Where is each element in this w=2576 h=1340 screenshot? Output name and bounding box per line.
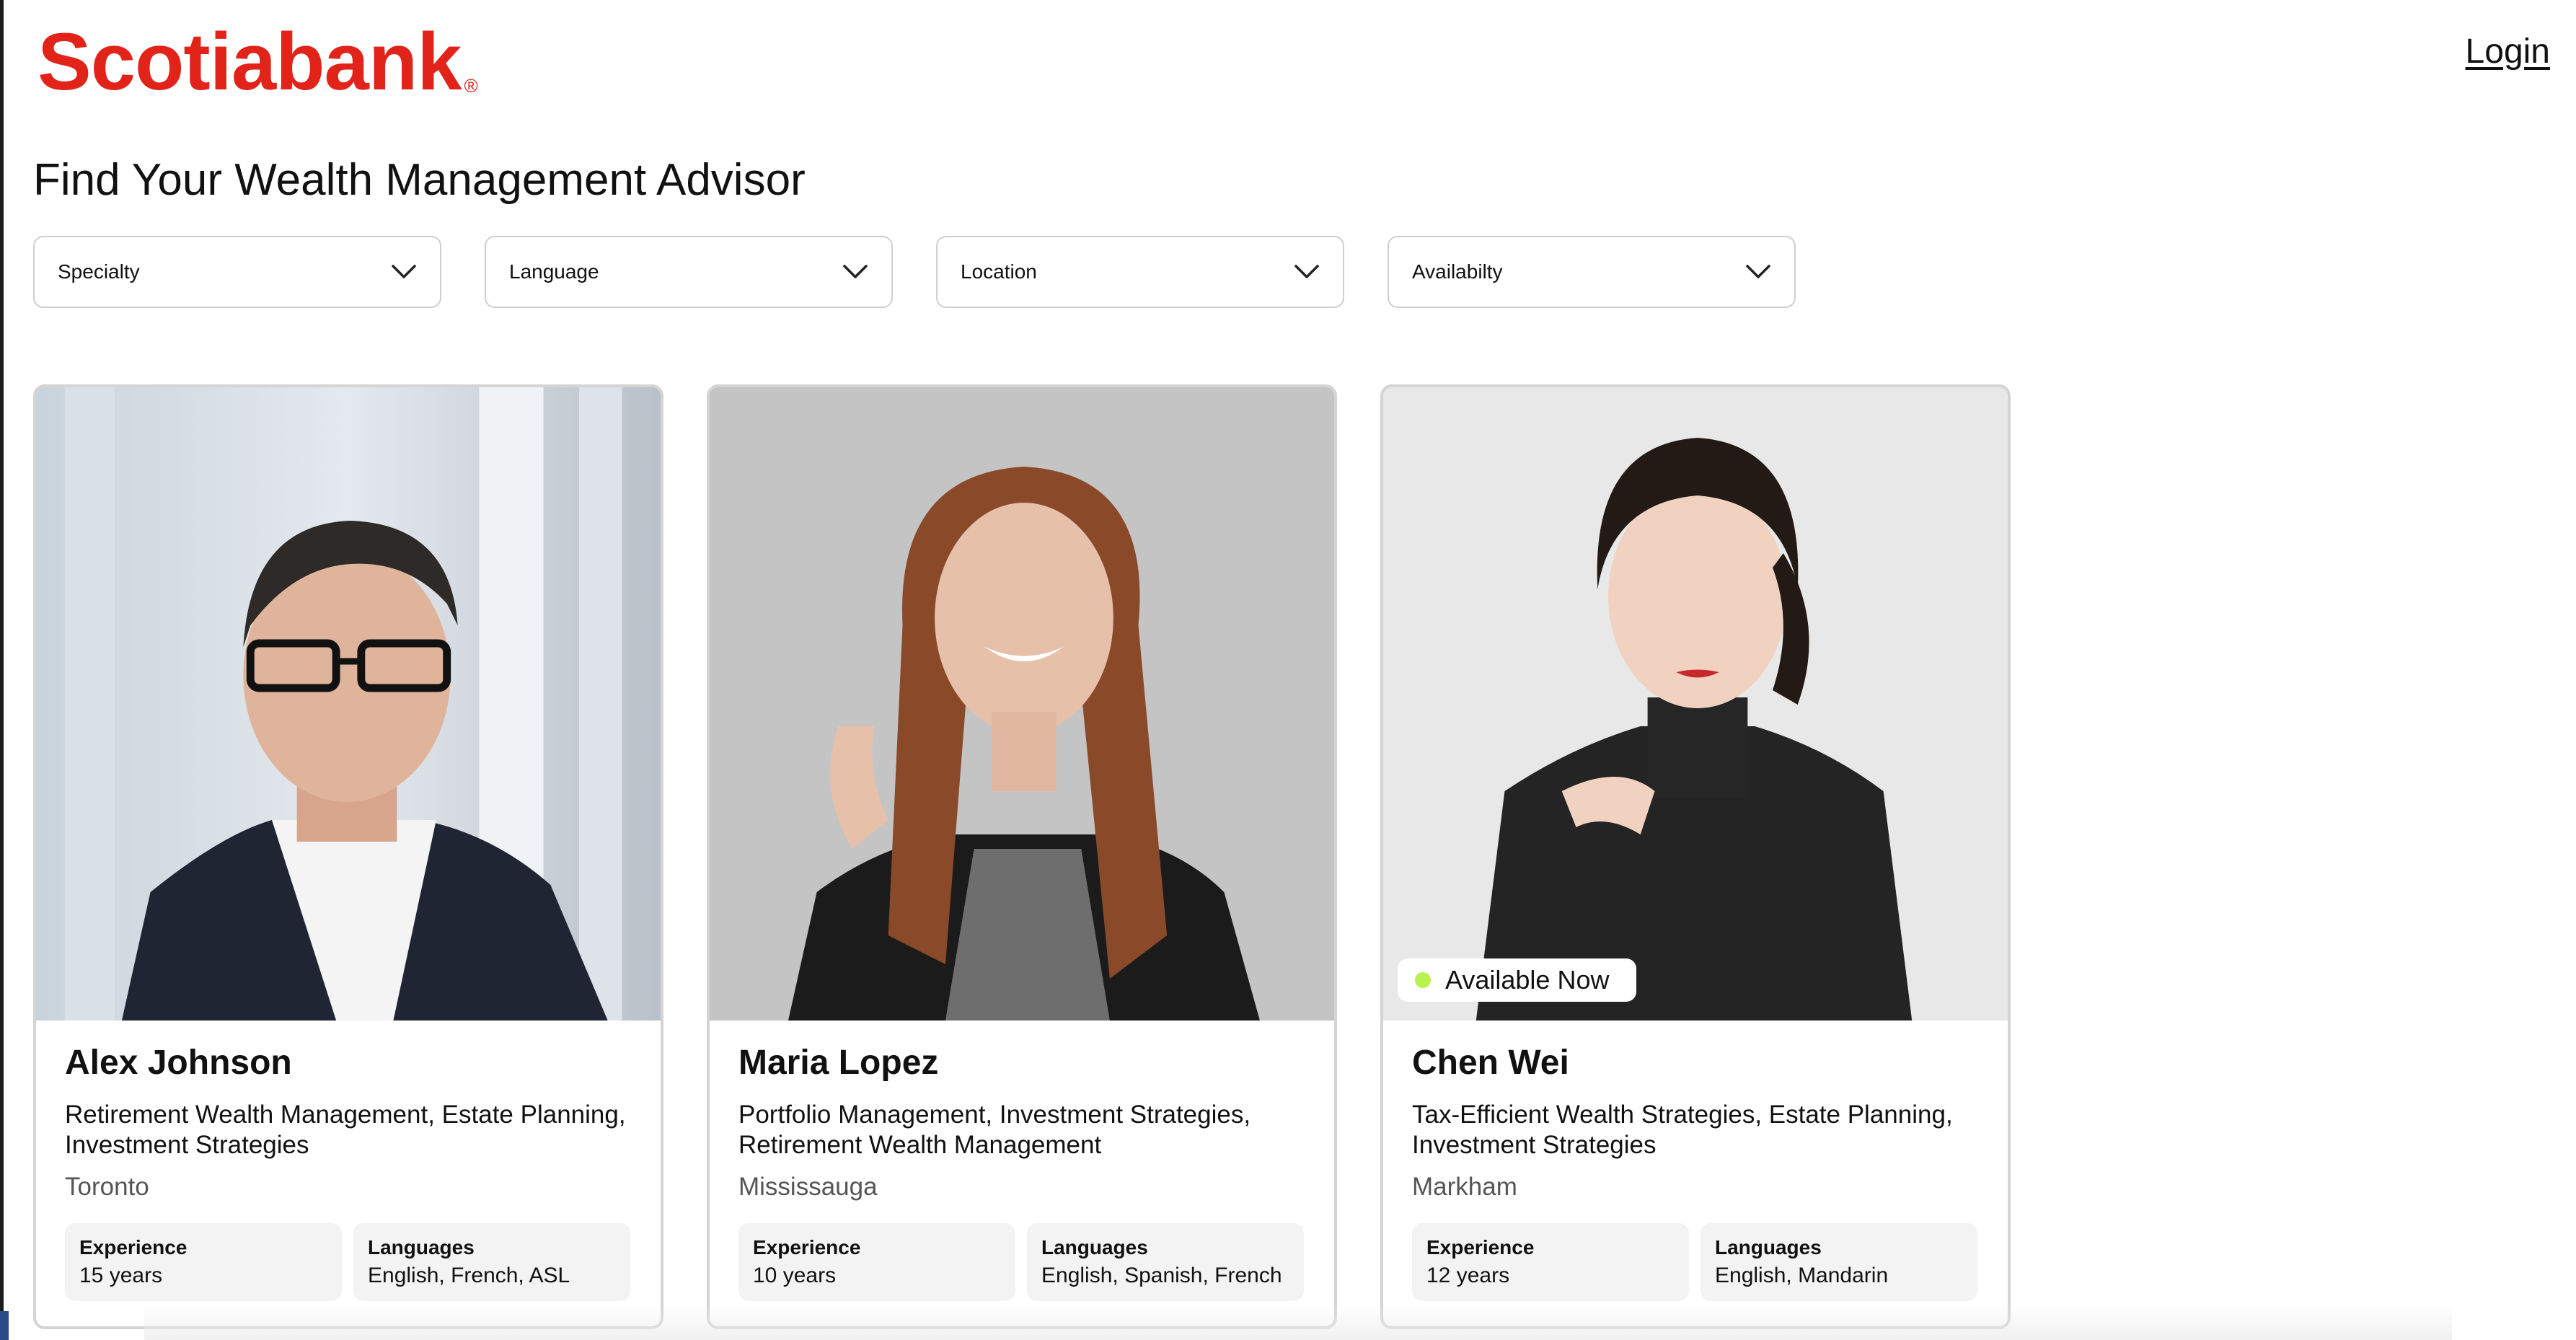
- advisor-name: Maria Lopez: [738, 1044, 939, 1082]
- languages-stat: Languages English, Spanish, French: [1027, 1222, 1304, 1301]
- advisor-stats: Experience 10 years Languages English, S…: [738, 1222, 1305, 1301]
- availability-badge: Available Now: [1398, 958, 1637, 1002]
- status-dot-icon: [1415, 972, 1431, 988]
- advisor-details: Maria Lopez Portfolio Management, Invest…: [710, 1021, 1334, 1301]
- filter-label: Specialty: [58, 260, 140, 283]
- languages-label: Languages: [1041, 1235, 1148, 1259]
- advisor-photo: [36, 387, 661, 1021]
- advisor-portrait-image: [36, 387, 661, 1021]
- experience-label: Experience: [1426, 1235, 1535, 1259]
- advisor-name: Chen Wei: [1412, 1044, 1569, 1082]
- languages-label: Languages: [368, 1235, 475, 1259]
- experience-stat: Experience 12 years: [1412, 1222, 1689, 1301]
- experience-label: Experience: [79, 1235, 188, 1259]
- advisor-photo: [710, 387, 1334, 1021]
- advisor-details: Chen Wei Tax-Efficient Wealth Strategies…: [1383, 1021, 2008, 1301]
- availability-filter-dropdown[interactable]: Availabilty: [1388, 236, 1796, 308]
- experience-value: 10 years: [753, 1263, 837, 1287]
- advisor-specialties: Tax-Efficient Wealth Strategies, Estate …: [1412, 1100, 1953, 1160]
- chevron-down-icon: [1746, 265, 1770, 278]
- languages-stat: Languages English, French, ASL: [353, 1222, 630, 1301]
- chevron-down-icon: [1294, 265, 1319, 278]
- advisor-details: Alex Johnson Retirement Wealth Managemen…: [36, 1021, 661, 1301]
- advisor-location: Mississauga: [738, 1172, 878, 1201]
- languages-label: Languages: [1715, 1235, 1822, 1259]
- experience-stat: Experience 15 years: [65, 1222, 342, 1301]
- experience-label: Experience: [753, 1235, 861, 1259]
- advisor-location: Toronto: [65, 1172, 149, 1201]
- chevron-down-icon: [843, 265, 868, 278]
- filter-label: Language: [509, 260, 599, 283]
- page-title: Find Your Wealth Management Advisor: [33, 155, 806, 205]
- advisor-card[interactable]: Alex Johnson Retirement Wealth Managemen…: [33, 384, 663, 1329]
- chevron-down-icon: [392, 265, 416, 278]
- filter-label: Availabilty: [1412, 260, 1503, 283]
- advisor-specialties: Retirement Wealth Management, Estate Pla…: [65, 1100, 626, 1160]
- bottom-fade: [144, 1304, 2452, 1340]
- logo-wordmark: Scotiabank: [38, 17, 462, 107]
- advisor-card-list: Alex Johnson Retirement Wealth Managemen…: [33, 384, 2011, 1329]
- specialty-filter-dropdown[interactable]: Specialty: [33, 236, 441, 308]
- advisor-portrait-image: [710, 387, 1334, 1021]
- advisor-stats: Experience 12 years Languages English, M…: [1412, 1222, 1979, 1301]
- experience-value: 12 years: [1426, 1263, 1510, 1287]
- advisor-portrait-image: [1383, 387, 2008, 1021]
- availability-badge-label: Available Now: [1445, 965, 1610, 995]
- languages-value: English, French, ASL: [368, 1263, 570, 1287]
- languages-value: English, Spanish, French: [1041, 1263, 1282, 1287]
- page: Scotiabank ® Login Find Your Wealth Mana…: [0, 0, 2576, 1340]
- language-filter-dropdown[interactable]: Language: [485, 236, 893, 308]
- location-filter-dropdown[interactable]: Location: [936, 236, 1344, 308]
- advisor-photo: Available Now: [1383, 387, 2008, 1021]
- scotiabank-logo[interactable]: Scotiabank ®: [38, 17, 478, 107]
- advisor-location: Markham: [1412, 1172, 1517, 1201]
- corner-accent: [0, 1311, 9, 1340]
- advisor-specialties: Portfolio Management, Investment Strateg…: [738, 1100, 1251, 1160]
- advisor-name: Alex Johnson: [65, 1044, 292, 1082]
- registered-mark: ®: [464, 75, 478, 97]
- login-link[interactable]: Login: [2466, 32, 2550, 71]
- advisor-card[interactable]: Maria Lopez Portfolio Management, Invest…: [707, 384, 1337, 1329]
- languages-value: English, Mandarin: [1715, 1263, 1889, 1287]
- advisor-stats: Experience 15 years Languages English, F…: [65, 1222, 632, 1301]
- experience-stat: Experience 10 years: [738, 1222, 1015, 1301]
- languages-stat: Languages English, Mandarin: [1701, 1222, 1977, 1301]
- window-edge: [0, 0, 4, 1340]
- filter-bar: Specialty Language Location Availabilty: [33, 236, 1796, 308]
- advisor-card[interactable]: Available Now Chen Wei Tax-Efficient Wea…: [1380, 384, 2011, 1329]
- experience-value: 15 years: [79, 1263, 163, 1287]
- filter-label: Location: [961, 260, 1037, 283]
